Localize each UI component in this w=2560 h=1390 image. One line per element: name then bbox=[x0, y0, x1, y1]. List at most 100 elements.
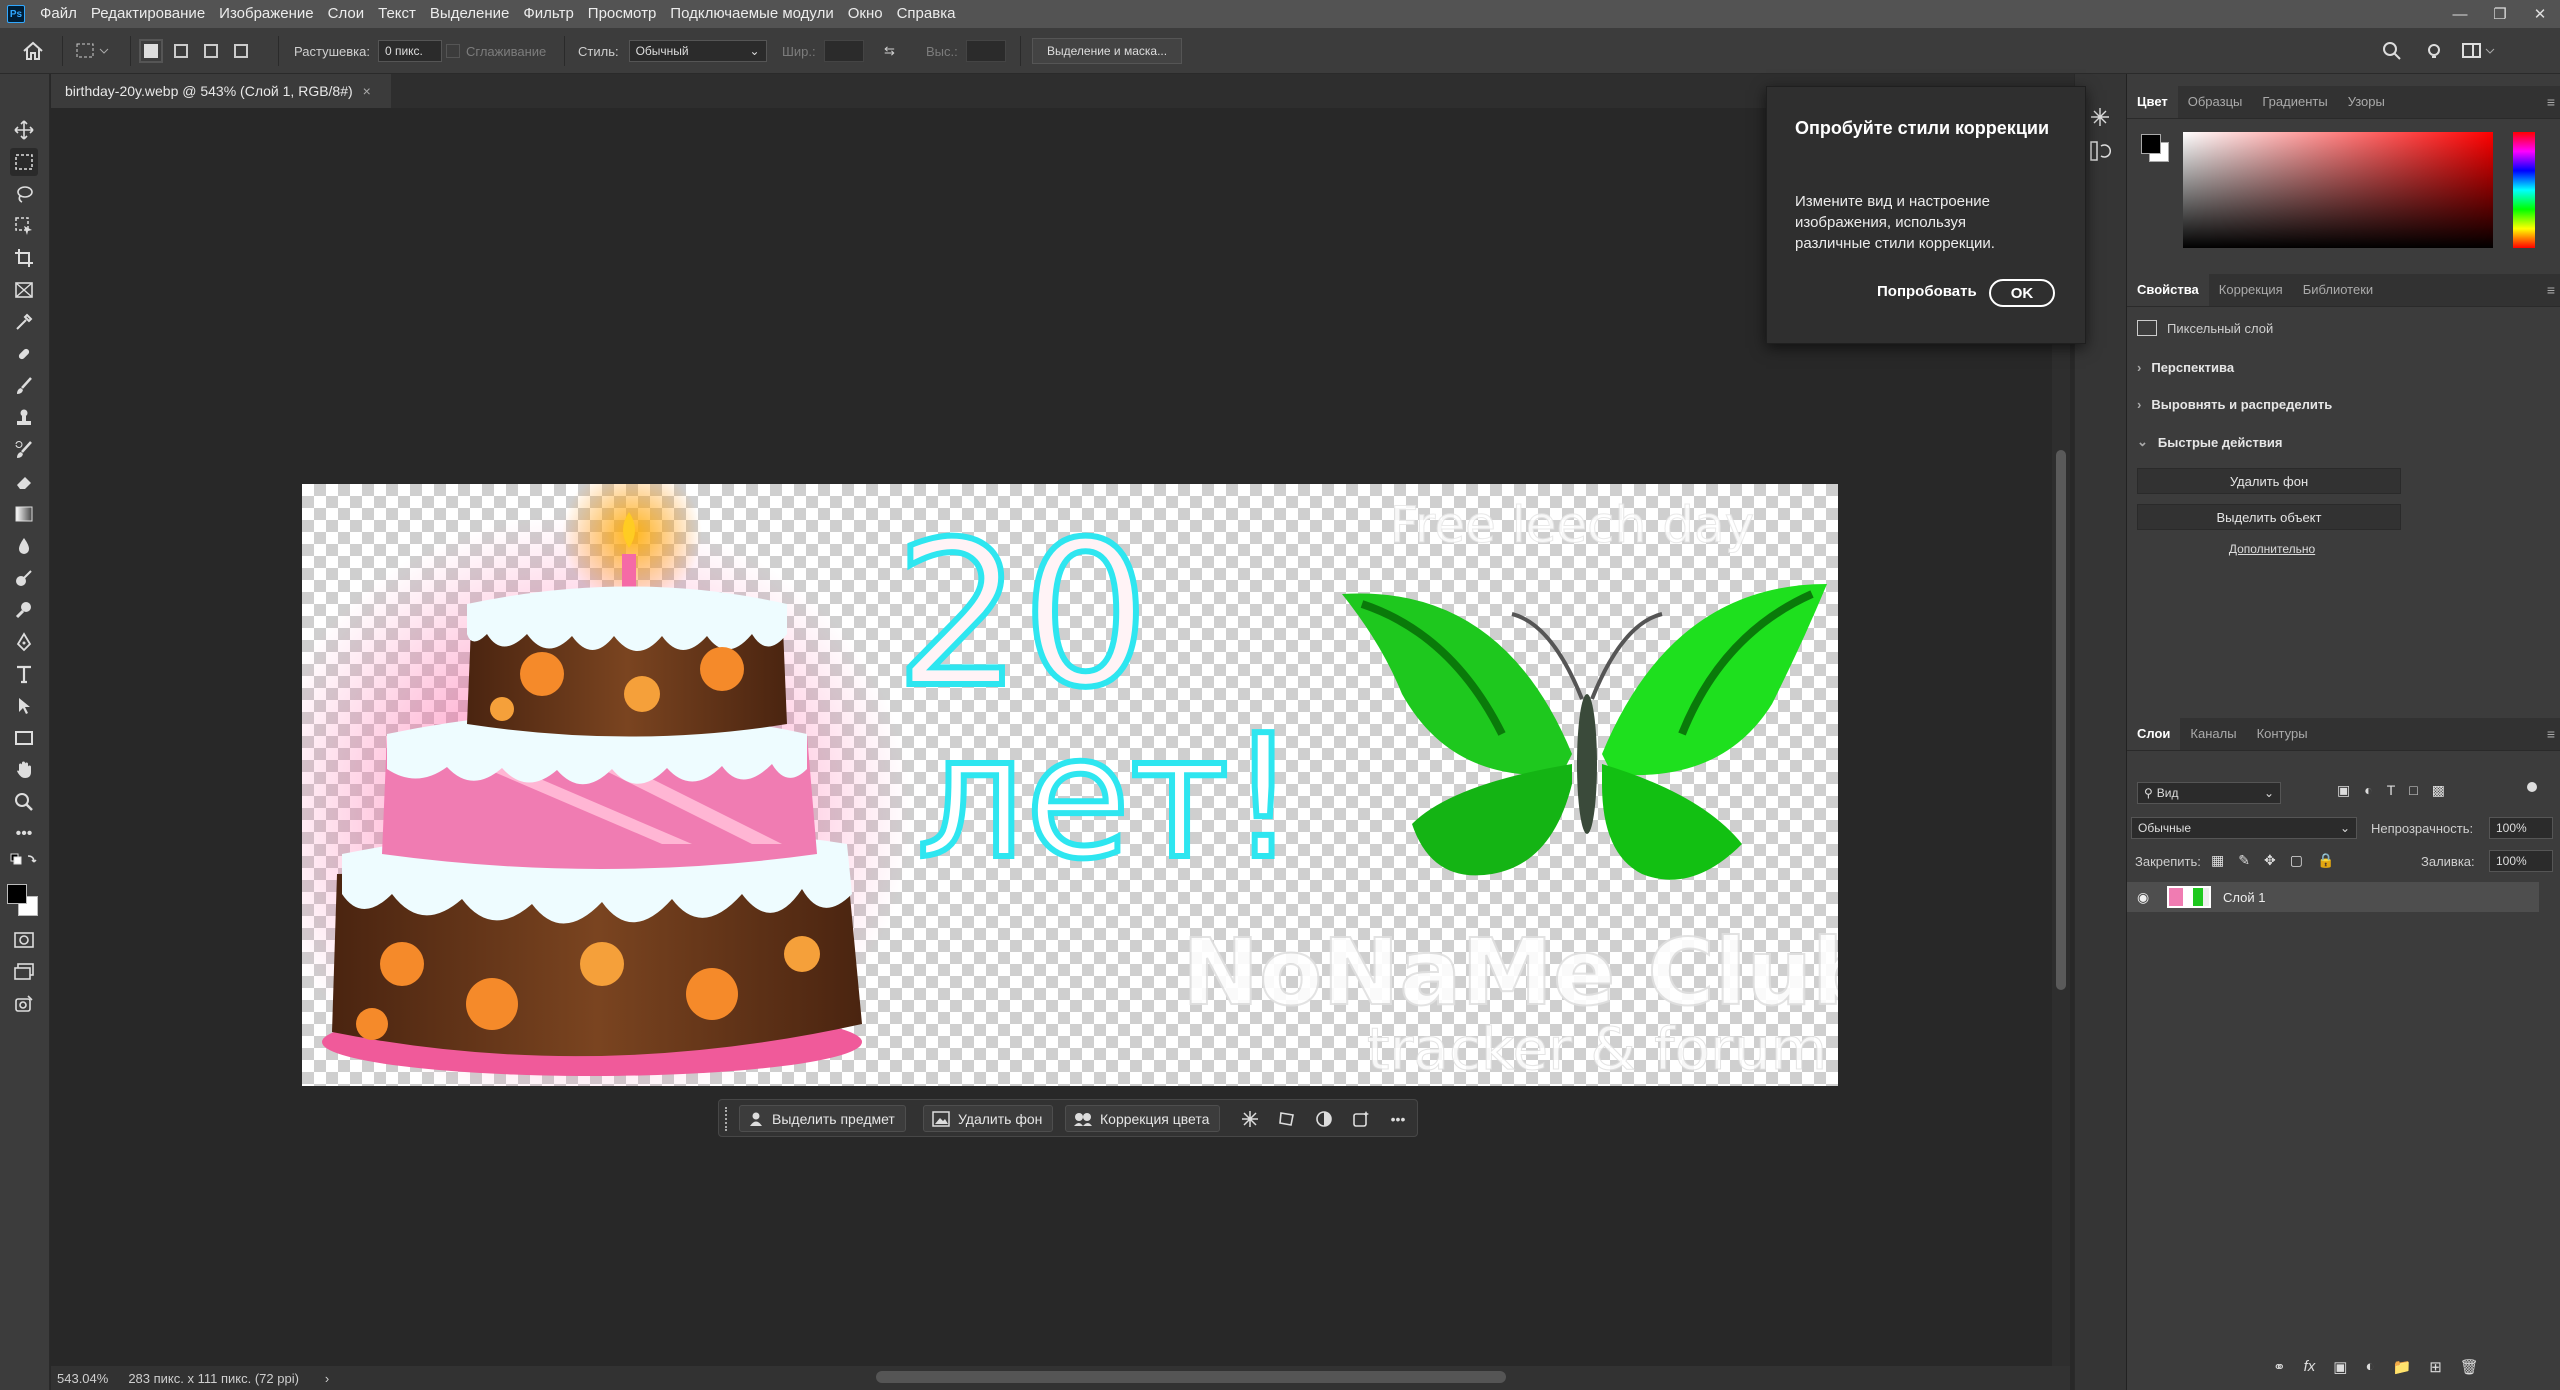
layer-filter-select[interactable]: ⚲ Вид ⌄ bbox=[2137, 782, 2281, 804]
filter-adjustment-icon[interactable]: ◐ bbox=[2364, 782, 2372, 799]
menu-window[interactable]: Окно bbox=[841, 0, 890, 28]
link-layers-icon[interactable]: ⚭ bbox=[2273, 1358, 2286, 1376]
menu-help[interactable]: Справка bbox=[890, 0, 963, 28]
intersect-selection-icon[interactable] bbox=[234, 44, 248, 58]
adjustment-circle-icon[interactable] bbox=[1313, 1108, 1335, 1130]
path-selection-tool-icon[interactable] bbox=[10, 692, 38, 720]
tab-channels[interactable]: Каналы bbox=[2180, 718, 2246, 750]
height-input[interactable] bbox=[965, 40, 1006, 62]
remove-background-quick-button[interactable]: Удалить фон bbox=[2137, 468, 2401, 494]
close-tab-icon[interactable]: × bbox=[363, 83, 371, 99]
tab-adjustments[interactable]: Коррекция bbox=[2209, 274, 2293, 306]
filter-shape-icon[interactable]: □ bbox=[2409, 782, 2417, 799]
edit-toolbar-icon[interactable] bbox=[10, 990, 38, 1018]
brush-tool-icon[interactable] bbox=[10, 372, 38, 400]
tab-patterns[interactable]: Узоры bbox=[2338, 86, 2395, 118]
zoom-level[interactable]: 543.04% bbox=[57, 1371, 108, 1386]
tab-color[interactable]: Цвет bbox=[2127, 86, 2178, 118]
width-input[interactable] bbox=[823, 40, 864, 62]
gradient-tool-icon[interactable] bbox=[10, 500, 38, 528]
menu-filter[interactable]: Фильтр bbox=[516, 0, 580, 28]
hue-slider[interactable] bbox=[2513, 132, 2535, 248]
section-align-distribute[interactable]: › Выровнять и распределить bbox=[2137, 397, 2332, 412]
sponge-tool-icon[interactable] bbox=[10, 596, 38, 624]
hand-tool-icon[interactable] bbox=[10, 756, 38, 784]
lock-transparent-icon[interactable]: ▦ bbox=[2211, 852, 2224, 869]
add-mask-icon[interactable]: ▣ bbox=[2333, 1358, 2347, 1376]
tab-layers[interactable]: Слои bbox=[2127, 718, 2181, 750]
menu-view[interactable]: Просмотр bbox=[581, 0, 664, 28]
menu-plugins[interactable]: Подключаемые модули bbox=[663, 0, 840, 28]
minimize-icon[interactable]: — bbox=[2440, 0, 2480, 28]
lock-all-icon[interactable]: 🔒 bbox=[2317, 852, 2334, 869]
marquee-tool-preset-icon[interactable] bbox=[76, 28, 110, 74]
subtract-selection-icon[interactable] bbox=[204, 44, 218, 58]
crop-tool-icon[interactable] bbox=[10, 244, 38, 272]
menu-type[interactable]: Текст bbox=[371, 0, 423, 28]
panel-menu-icon[interactable]: ≡ bbox=[2547, 726, 2555, 742]
rectangular-marquee-tool-icon[interactable] bbox=[10, 148, 38, 176]
lasso-tool-icon[interactable] bbox=[10, 180, 38, 208]
dodge-tool-icon[interactable] bbox=[10, 564, 38, 592]
fill-input[interactable]: 100% bbox=[2489, 850, 2553, 872]
select-subject-quick-button[interactable]: Выделить объект bbox=[2137, 504, 2401, 530]
generative-fill-icon[interactable] bbox=[1350, 1108, 1372, 1130]
healing-brush-tool-icon[interactable] bbox=[10, 340, 38, 368]
workspace-icon[interactable] bbox=[2462, 28, 2498, 74]
layer-style-fx-icon[interactable]: fx bbox=[2304, 1358, 2316, 1376]
panel-menu-icon[interactable]: ≡ bbox=[2547, 94, 2555, 110]
tab-swatches[interactable]: Образцы bbox=[2178, 86, 2253, 118]
new-adjustment-layer-icon[interactable]: ◐ bbox=[2365, 1358, 2374, 1376]
more-tools-icon[interactable]: ••• bbox=[10, 820, 38, 848]
history-panel-icon[interactable] bbox=[2089, 140, 2113, 164]
document-tab[interactable]: birthday-20y.webp @ 543% (Слой 1, RGB/8#… bbox=[51, 74, 391, 108]
color-correction-button[interactable]: Коррекция цвета bbox=[1065, 1105, 1221, 1132]
type-tool-icon[interactable] bbox=[10, 660, 38, 688]
quick-mask-icon[interactable] bbox=[10, 926, 38, 954]
ok-button[interactable]: OK bbox=[1989, 279, 2055, 307]
new-layer-icon[interactable]: ⊞ bbox=[2429, 1358, 2442, 1376]
new-group-icon[interactable]: 📁 bbox=[2393, 1358, 2412, 1376]
antialias-checkbox[interactable] bbox=[446, 44, 460, 58]
rectangle-tool-icon[interactable] bbox=[10, 724, 38, 752]
drag-handle-icon[interactable] bbox=[725, 1107, 729, 1131]
tab-properties[interactable]: Свойства bbox=[2127, 274, 2209, 306]
menu-image[interactable]: Изображение bbox=[212, 0, 321, 28]
filter-pixel-icon[interactable]: ▣ bbox=[2337, 782, 2350, 799]
section-quick-actions[interactable]: ⌄ Быстрые действия bbox=[2137, 434, 2282, 450]
adjustment-presets-icon[interactable] bbox=[2089, 106, 2113, 130]
filter-toggle-icon[interactable] bbox=[2527, 782, 2537, 792]
delete-layer-icon[interactable]: 🗑 bbox=[2460, 1358, 2479, 1376]
zoom-tool-icon[interactable] bbox=[10, 788, 38, 816]
horizontal-scrollbar-thumb[interactable] bbox=[876, 1371, 1506, 1383]
default-colors-icon[interactable] bbox=[10, 850, 38, 870]
eyedropper-tool-icon[interactable] bbox=[10, 308, 38, 336]
status-menu-arrow[interactable]: › bbox=[325, 1371, 329, 1386]
menu-edit[interactable]: Редактирование bbox=[84, 0, 212, 28]
clone-stamp-tool-icon[interactable] bbox=[10, 404, 38, 432]
search-icon[interactable] bbox=[2382, 28, 2402, 74]
panel-menu-icon[interactable]: ≡ bbox=[2547, 282, 2555, 298]
lock-pixels-icon[interactable]: ✎ bbox=[2238, 852, 2250, 869]
remove-background-button[interactable]: Удалить фон bbox=[923, 1105, 1054, 1132]
select-subject-button[interactable]: Выделить предмет bbox=[739, 1105, 906, 1132]
transform-icon[interactable] bbox=[1276, 1108, 1298, 1130]
filter-smart-object-icon[interactable]: ▩ bbox=[2432, 782, 2445, 799]
move-tool-icon[interactable] bbox=[10, 116, 38, 144]
sparkle-adjust-icon[interactable] bbox=[1239, 1108, 1261, 1130]
lock-artboard-icon[interactable]: ▢ bbox=[2290, 852, 2303, 869]
try-button[interactable]: Попробовать bbox=[1877, 283, 1977, 300]
blend-mode-select[interactable]: Обычные ⌄ bbox=[2131, 817, 2357, 839]
pen-tool-icon[interactable] bbox=[10, 628, 38, 656]
close-icon[interactable]: ✕ bbox=[2520, 0, 2560, 28]
vertical-scrollbar-thumb[interactable] bbox=[2056, 450, 2066, 990]
photoshop-logo-icon[interactable]: Ps bbox=[7, 5, 25, 23]
canvas-image[interactable]: 20 лет! Free leech day NoNaMe Club track… bbox=[302, 484, 1838, 1086]
history-brush-tool-icon[interactable] bbox=[10, 436, 38, 464]
section-perspective[interactable]: › Перспектива bbox=[2137, 360, 2234, 375]
filter-type-icon[interactable]: T bbox=[2387, 782, 2396, 799]
more-options-icon[interactable]: ••• bbox=[1387, 1108, 1409, 1130]
more-link[interactable]: Дополнительно bbox=[2127, 542, 2417, 556]
layer-row[interactable]: ◉ Слой 1 bbox=[2127, 882, 2539, 912]
add-selection-icon[interactable] bbox=[174, 44, 188, 58]
